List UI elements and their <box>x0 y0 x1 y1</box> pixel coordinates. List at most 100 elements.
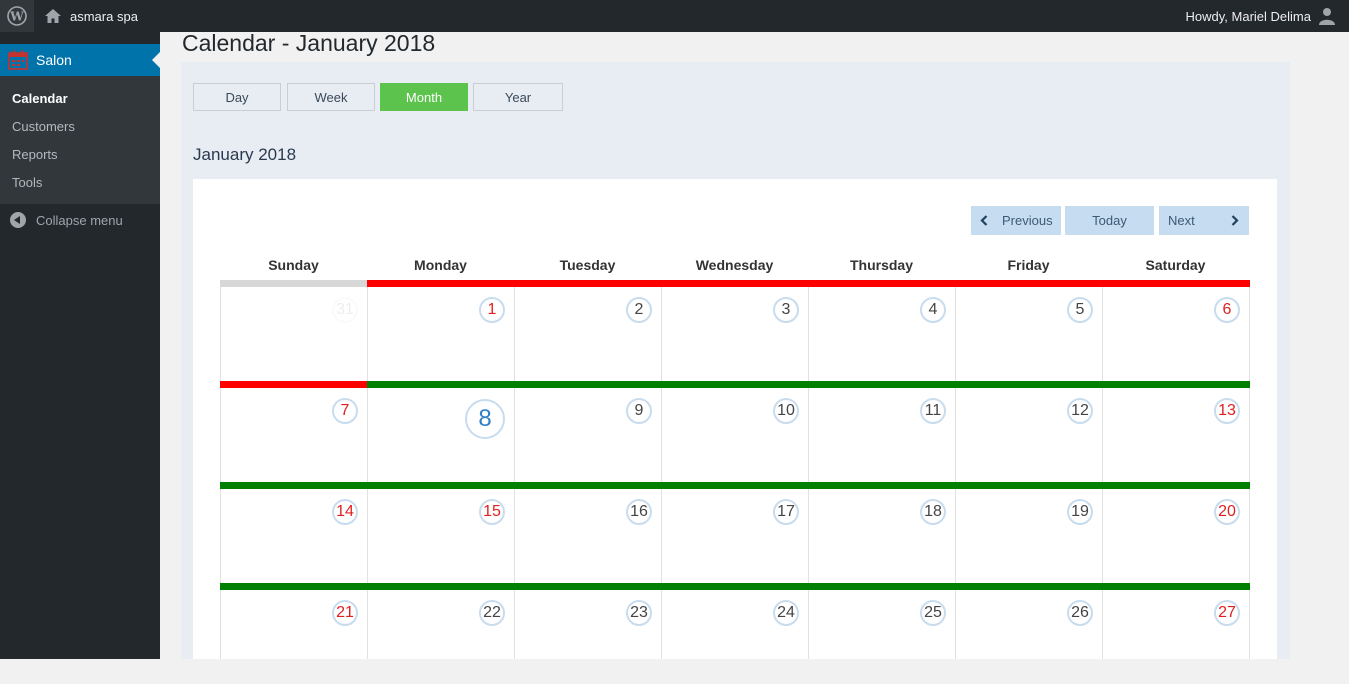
availability-bar <box>1102 381 1250 388</box>
day-number[interactable]: 20 <box>1214 499 1240 525</box>
availability-bar <box>1102 280 1250 287</box>
day-cell[interactable]: 20 <box>1102 482 1250 583</box>
day-number[interactable]: 5 <box>1067 297 1093 323</box>
day-cell[interactable]: 4 <box>808 280 956 381</box>
day-cell[interactable]: 7 <box>220 381 368 482</box>
availability-bar <box>367 583 515 590</box>
availability-bar <box>220 381 368 388</box>
availability-bar <box>955 381 1103 388</box>
availability-bar <box>955 280 1103 287</box>
day-number[interactable]: 6 <box>1214 297 1240 323</box>
day-number[interactable]: 10 <box>773 398 799 424</box>
submenu-customers[interactable]: Customers <box>12 119 75 134</box>
day-cell[interactable]: 26 <box>955 583 1103 684</box>
day-number[interactable]: 12 <box>1067 398 1093 424</box>
availability-bar <box>808 280 956 287</box>
day-number[interactable]: 21 <box>332 600 358 626</box>
day-cell[interactable]: 11 <box>808 381 956 482</box>
day-cell[interactable]: 22 <box>367 583 515 684</box>
day-number[interactable]: 22 <box>479 600 505 626</box>
day-cell[interactable]: 9 <box>514 381 662 482</box>
weekday-header-sunday: Sunday <box>268 257 319 273</box>
day-cell[interactable]: 13 <box>1102 381 1250 482</box>
submenu-tools[interactable]: Tools <box>12 175 42 190</box>
day-number[interactable]: 13 <box>1214 398 1240 424</box>
day-number[interactable]: 27 <box>1214 600 1240 626</box>
day-cell[interactable]: 10 <box>661 381 809 482</box>
day-cell[interactable]: 31 <box>220 280 368 381</box>
day-cell[interactable]: 8 <box>367 381 515 482</box>
day-number[interactable]: 3 <box>773 297 799 323</box>
day-number[interactable]: 19 <box>1067 499 1093 525</box>
day-cell[interactable]: 16 <box>514 482 662 583</box>
day-number[interactable]: 7 <box>332 398 358 424</box>
submenu-reports[interactable]: Reports <box>12 147 58 162</box>
day-number[interactable]: 25 <box>920 600 946 626</box>
day-cell[interactable]: 5 <box>955 280 1103 381</box>
day-cell[interactable]: 24 <box>661 583 809 684</box>
collapse-menu-button[interactable]: Collapse menu <box>10 212 123 228</box>
day-number[interactable]: 15 <box>479 499 505 525</box>
availability-bar <box>808 482 956 489</box>
day-cell[interactable]: 18 <box>808 482 956 583</box>
availability-bar <box>661 482 809 489</box>
day-cell[interactable]: 21 <box>220 583 368 684</box>
day-cell[interactable]: 1 <box>367 280 515 381</box>
availability-bar <box>955 583 1103 590</box>
day-cell[interactable]: 15 <box>367 482 515 583</box>
day-number[interactable]: 9 <box>626 398 652 424</box>
previous-button[interactable]: Previous <box>971 206 1061 235</box>
view-week-button[interactable]: Week <box>287 83 375 111</box>
next-button[interactable]: Next <box>1159 206 1249 235</box>
account-menu[interactable]: Howdy, Mariel Delima <box>1186 0 1335 32</box>
day-cell[interactable]: 19 <box>955 482 1103 583</box>
day-number[interactable]: 31 <box>332 297 358 323</box>
menu-salon[interactable]: Salon <box>0 44 160 76</box>
availability-bar <box>220 280 368 287</box>
day-cell[interactable]: 17 <box>661 482 809 583</box>
availability-bar <box>1102 583 1250 590</box>
day-cell[interactable]: 23 <box>514 583 662 684</box>
day-cell[interactable]: 12 <box>955 381 1103 482</box>
site-home-link[interactable]: asmara spa <box>44 0 138 32</box>
view-month-button[interactable]: Month <box>380 83 468 111</box>
previous-label: Previous <box>1002 213 1053 228</box>
day-number[interactable]: 24 <box>773 600 799 626</box>
day-number[interactable]: 16 <box>626 499 652 525</box>
view-year-button[interactable]: Year <box>473 83 563 111</box>
svg-text:W: W <box>9 10 24 24</box>
day-number[interactable]: 17 <box>773 499 799 525</box>
weekday-header-friday: Friday <box>1007 257 1050 273</box>
home-icon <box>45 9 61 23</box>
availability-bar <box>661 280 809 287</box>
day-number[interactable]: 14 <box>332 499 358 525</box>
site-name: asmara spa <box>70 8 138 24</box>
day-cell[interactable]: 14 <box>220 482 368 583</box>
day-number[interactable]: 23 <box>626 600 652 626</box>
day-cell[interactable]: 6 <box>1102 280 1250 381</box>
day-number[interactable]: 26 <box>1067 600 1093 626</box>
day-cell[interactable]: 27 <box>1102 583 1250 684</box>
availability-bar <box>220 482 368 489</box>
next-label: Next <box>1168 213 1195 228</box>
day-number[interactable]: 11 <box>920 398 946 424</box>
day-number[interactable]: 1 <box>479 297 505 323</box>
month-heading: January 2018 <box>193 145 297 164</box>
day-cell[interactable]: 3 <box>661 280 809 381</box>
view-day-button[interactable]: Day <box>193 83 281 111</box>
submenu-calendar[interactable]: Calendar <box>12 91 68 106</box>
chevron-left-icon <box>980 215 988 226</box>
today-button[interactable]: Today <box>1065 206 1154 235</box>
day-number[interactable]: 18 <box>920 499 946 525</box>
admin-sidebar: Salon Calendar Customers Reports Tools C… <box>0 32 160 659</box>
page-title: Calendar - January 2018 <box>182 30 436 56</box>
availability-bar <box>808 381 956 388</box>
wordpress-logo-icon[interactable]: W <box>0 0 34 32</box>
day-cell[interactable]: 25 <box>808 583 956 684</box>
availability-bar <box>661 381 809 388</box>
day-number-today[interactable]: 8 <box>465 399 505 439</box>
day-cell[interactable]: 2 <box>514 280 662 381</box>
day-number[interactable]: 2 <box>626 297 652 323</box>
day-number[interactable]: 4 <box>920 297 946 323</box>
availability-bar <box>514 482 662 489</box>
